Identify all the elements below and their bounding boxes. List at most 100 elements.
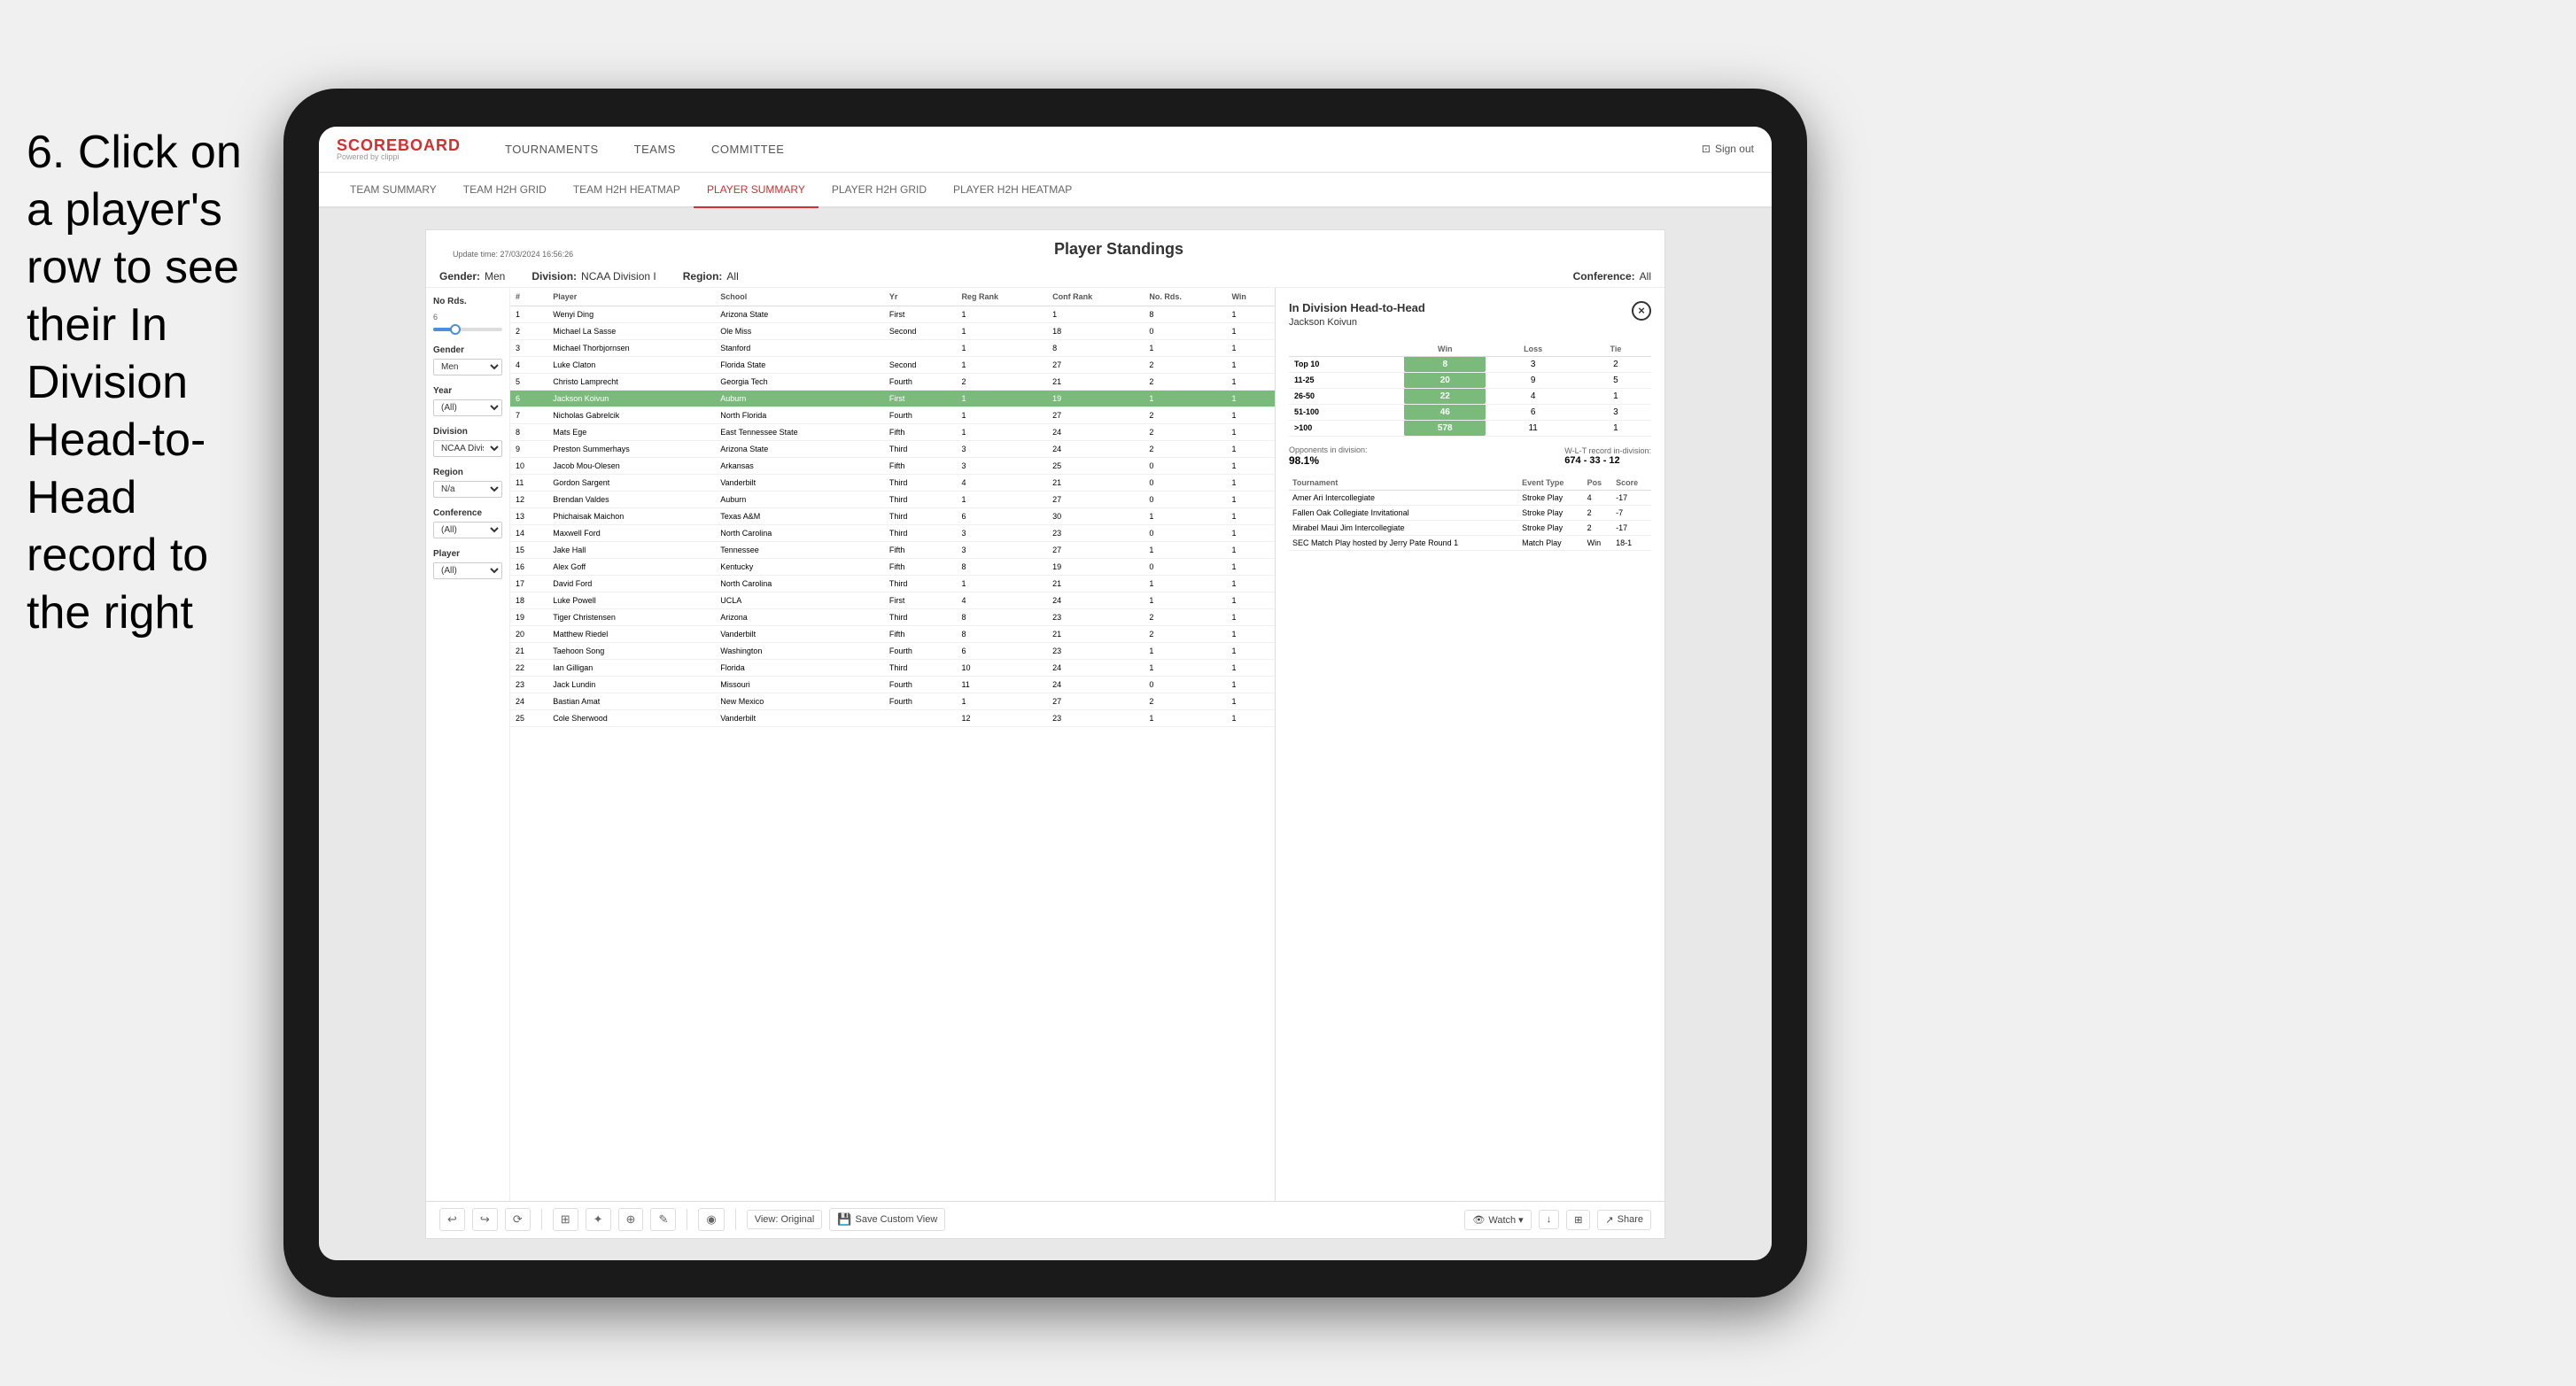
table-row[interactable]: 9 Preston Summerhays Arizona State Third…: [510, 440, 1275, 457]
cell-player: Jackson Koivun: [547, 390, 715, 407]
logo-sub-text: Powered by clippi: [337, 153, 461, 161]
cell-yr: Third: [884, 608, 957, 625]
conference-filter-group: Conference (All): [433, 508, 502, 538]
download-icon: ↓: [1547, 1214, 1552, 1225]
cell-reg-rank: 4: [956, 474, 1047, 491]
division-select[interactable]: NCAA Division I: [433, 440, 502, 457]
cell-reg-rank: 1: [956, 575, 1047, 592]
grid-view-button[interactable]: ⊞: [1566, 1210, 1590, 1230]
table-row[interactable]: 10 Jacob Mou-Olesen Arkansas Fifth 3 25 …: [510, 457, 1275, 474]
table-row[interactable]: 12 Brendan Valdes Auburn Third 1 27 0 1: [510, 491, 1275, 507]
edit-button[interactable]: ✎: [650, 1208, 676, 1231]
cell-reg-rank: 1: [956, 491, 1047, 507]
tab-player-h2h-grid[interactable]: PLAYER H2H GRID: [819, 173, 940, 208]
cell-no-rds: 2: [1144, 407, 1226, 423]
table-row[interactable]: 4 Luke Claton Florida State Second 1 27 …: [510, 356, 1275, 373]
tournament-row: Mirabel Maui Jim Intercollegiate Stroke …: [1289, 520, 1651, 535]
view-original-button[interactable]: View: Original: [747, 1210, 823, 1229]
h2h-rank-cell: 26-50: [1289, 388, 1404, 404]
redo-button[interactable]: ↪: [472, 1208, 498, 1231]
tab-player-h2h-heatmap[interactable]: PLAYER H2H HEATMAP: [940, 173, 1085, 208]
table-row[interactable]: 11 Gordon Sargent Vanderbilt Third 4 21 …: [510, 474, 1275, 491]
tab-team-summary[interactable]: TEAM SUMMARY: [337, 173, 450, 208]
save-custom-view-button[interactable]: 💾 Save Custom View: [829, 1208, 945, 1231]
share-button[interactable]: ↗ Share: [1597, 1210, 1651, 1230]
cell-reg-rank: 1: [956, 423, 1047, 440]
tab-player-summary[interactable]: PLAYER SUMMARY: [694, 173, 819, 208]
table-row[interactable]: 23 Jack Lundin Missouri Fourth 11 24 0 1: [510, 676, 1275, 693]
table-row[interactable]: 3 Michael Thorbjornsen Stanford 1 8 1 1: [510, 339, 1275, 356]
table-row[interactable]: 1 Wenyi Ding Arizona State First 1 1 8 1: [510, 306, 1275, 322]
h2h-tie-cell: 5: [1580, 372, 1651, 388]
table-row[interactable]: 17 David Ford North Carolina Third 1 21 …: [510, 575, 1275, 592]
player-select[interactable]: (All): [433, 562, 502, 579]
cell-no-rds: 2: [1144, 373, 1226, 390]
view-original-label: View: Original: [755, 1214, 815, 1225]
table-row[interactable]: 16 Alex Goff Kentucky Fifth 8 19 0 1: [510, 558, 1275, 575]
table-row[interactable]: 8 Mats Ege East Tennessee State Fifth 1 …: [510, 423, 1275, 440]
table-row[interactable]: 15 Jake Hall Tennessee Fifth 3 27 1 1: [510, 541, 1275, 558]
nav-committee[interactable]: COMMITTEE: [694, 127, 803, 173]
h2h-close-button[interactable]: ×: [1632, 301, 1651, 321]
share-icon: ↗: [1605, 1214, 1613, 1226]
gender-select[interactable]: Men: [433, 359, 502, 376]
undo-button[interactable]: ↩: [439, 1208, 465, 1231]
star-button[interactable]: ✦: [586, 1208, 611, 1231]
cell-conf-rank: 27: [1047, 693, 1144, 709]
table-row[interactable]: 24 Bastian Amat New Mexico Fourth 1 27 2…: [510, 693, 1275, 709]
cell-rank: 2: [510, 322, 547, 339]
cell-reg-rank: 6: [956, 507, 1047, 524]
h2h-rank-cell: Top 10: [1289, 356, 1404, 372]
table-row[interactable]: 19 Tiger Christensen Arizona Third 8 23 …: [510, 608, 1275, 625]
cell-win: 1: [1226, 625, 1275, 642]
table-row[interactable]: 18 Luke Powell UCLA First 4 24 1 1: [510, 592, 1275, 608]
table-row[interactable]: 20 Matthew Riedel Vanderbilt Fifth 8 21 …: [510, 625, 1275, 642]
table-row[interactable]: 2 Michael La Sasse Ole Miss Second 1 18 …: [510, 322, 1275, 339]
division-filter: Division: NCAA Division I: [531, 270, 656, 283]
h2h-loss-cell: 11: [1486, 420, 1579, 436]
table-row[interactable]: 21 Taehoon Song Washington Fourth 6 23 1…: [510, 642, 1275, 659]
cell-school: North Florida: [715, 407, 884, 423]
gender-filter-label: Gender: [433, 345, 502, 355]
table-scroll[interactable]: # Player School Yr Reg Rank Conf Rank No…: [510, 288, 1275, 1201]
table-row[interactable]: 22 Ian Gilligan Florida Third 10 24 1 1: [510, 659, 1275, 676]
cell-no-rds: 1: [1144, 390, 1226, 407]
col-player: Player: [547, 288, 715, 306]
region-select[interactable]: N/a: [433, 481, 502, 498]
table-row[interactable]: 6 Jackson Koivun Auburn First 1 19 1 1: [510, 390, 1275, 407]
table-row[interactable]: 7 Nicholas Gabrelcik North Florida Fourt…: [510, 407, 1275, 423]
watch-button[interactable]: 👁 Watch ▾: [1464, 1210, 1531, 1230]
tab-team-h2h-grid[interactable]: TEAM H2H GRID: [450, 173, 560, 208]
nav-items: TOURNAMENTS TEAMS COMMITTEE: [487, 127, 1702, 173]
cell-player: Brendan Valdes: [547, 491, 715, 507]
conference-select[interactable]: (All): [433, 522, 502, 538]
cell-conf-rank: 24: [1047, 676, 1144, 693]
cell-school: Stanford: [715, 339, 884, 356]
cell-no-rds: 0: [1144, 322, 1226, 339]
cell-no-rds: 0: [1144, 524, 1226, 541]
grid-button[interactable]: ⊞: [553, 1208, 578, 1231]
nav-tournaments[interactable]: TOURNAMENTS: [487, 127, 617, 173]
table-row[interactable]: 13 Phichaisak Maichon Texas A&M Third 6 …: [510, 507, 1275, 524]
cell-school: Auburn: [715, 390, 884, 407]
year-select[interactable]: (All): [433, 399, 502, 416]
timer-button[interactable]: ◉: [698, 1208, 724, 1231]
main-content: Update time: 27/03/2024 16:56:26 Player …: [319, 208, 1772, 1260]
table-row[interactable]: 14 Maxwell Ford North Carolina Third 3 2…: [510, 524, 1275, 541]
plus-button[interactable]: ⊕: [618, 1208, 644, 1231]
col-reg-rank: Reg Rank: [956, 288, 1047, 306]
download-button[interactable]: ↓: [1539, 1210, 1560, 1229]
cell-win: 1: [1226, 491, 1275, 507]
cell-school: Kentucky: [715, 558, 884, 575]
sign-out-button[interactable]: ⊡ Sign out: [1702, 143, 1754, 155]
refresh-button[interactable]: ⟳: [505, 1208, 531, 1231]
cell-school: Arizona State: [715, 306, 884, 322]
cell-win: 1: [1226, 575, 1275, 592]
table-row[interactable]: 5 Christo Lamprecht Georgia Tech Fourth …: [510, 373, 1275, 390]
table-row[interactable]: 25 Cole Sherwood Vanderbilt 12 23 1 1: [510, 709, 1275, 726]
no-rds-slider[interactable]: [433, 328, 502, 331]
save-icon: 💾: [837, 1212, 851, 1227]
tab-team-h2h-heatmap[interactable]: TEAM H2H HEATMAP: [560, 173, 694, 208]
nav-teams[interactable]: TEAMS: [617, 127, 694, 173]
cell-yr: Fifth: [884, 625, 957, 642]
